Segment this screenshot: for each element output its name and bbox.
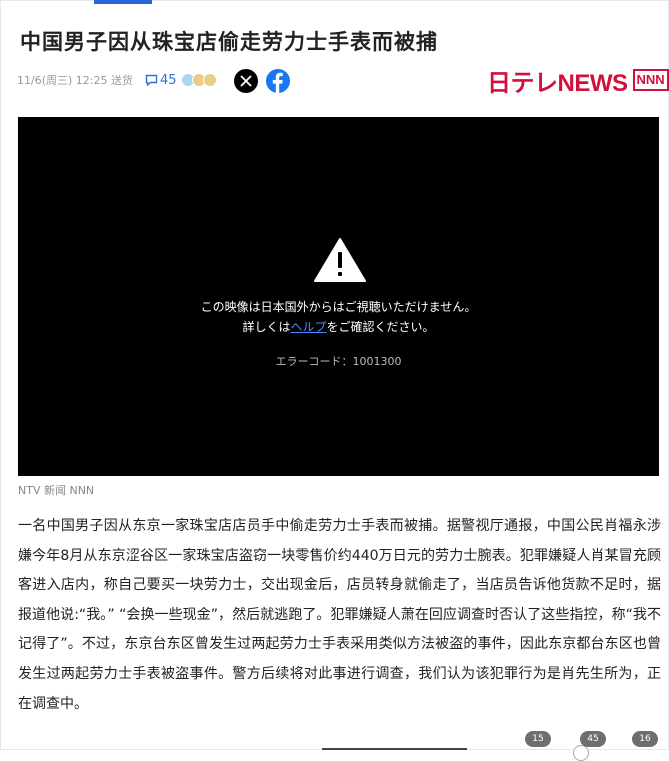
reaction-icon[interactable]	[573, 745, 589, 761]
warning-triangle-icon	[314, 238, 366, 282]
error-code: エラーコード：1001300	[275, 355, 402, 368]
article-body: 一名中国男子因从东京一家珠宝店店员手中偷走劳力士手表而被捕。据警视厅通报，中国公…	[18, 518, 661, 712]
reaction-emoji-icon	[202, 73, 217, 87]
geo-block-message: この映像は日本国外からはご視聴いただけません。	[200, 300, 477, 314]
article-meta: 11/6(周三) 12:25 送货 45	[17, 68, 217, 92]
article-title: 中国男子因从珠宝店偷走劳力士手表而被捕	[20, 30, 438, 54]
video-caption: NTV 新闻 NNN	[18, 484, 95, 497]
reaction-emoji-icons[interactable]	[180, 73, 217, 87]
count-badge[interactable]: 45	[580, 731, 606, 747]
comment-bubble-icon	[145, 74, 158, 86]
x-logo-icon	[240, 75, 252, 87]
bottom-bar: 15 45 16	[0, 728, 669, 761]
comment-link[interactable]: 45	[145, 73, 177, 88]
video-player[interactable]: この映像は日本国外からはご視聴いただけません。 詳しくはヘルプをご確認ください。…	[18, 117, 659, 476]
top-accent-bar	[94, 0, 152, 4]
help-message: 詳しくはヘルプをご確認ください。	[18, 318, 659, 335]
help-message-prefix: 詳しくは	[242, 320, 291, 334]
help-message-suffix: をご確認ください。	[326, 320, 435, 334]
brand-name: 日テレNEWS	[487, 69, 628, 97]
brand-badge: NNN	[632, 69, 669, 91]
count-badge[interactable]: 15	[525, 731, 551, 747]
share-x-button[interactable]	[234, 69, 258, 93]
publish-date: 11/6(周三) 12:25 送货	[17, 74, 133, 87]
facebook-logo-icon	[272, 72, 283, 93]
brand-logo[interactable]: 日テレNEWS NNN	[487, 64, 669, 97]
share-facebook-button[interactable]	[266, 69, 290, 93]
help-link[interactable]: ヘルプ	[290, 320, 326, 334]
comment-count: 45	[159, 72, 177, 88]
count-badge[interactable]: 16	[632, 731, 658, 747]
